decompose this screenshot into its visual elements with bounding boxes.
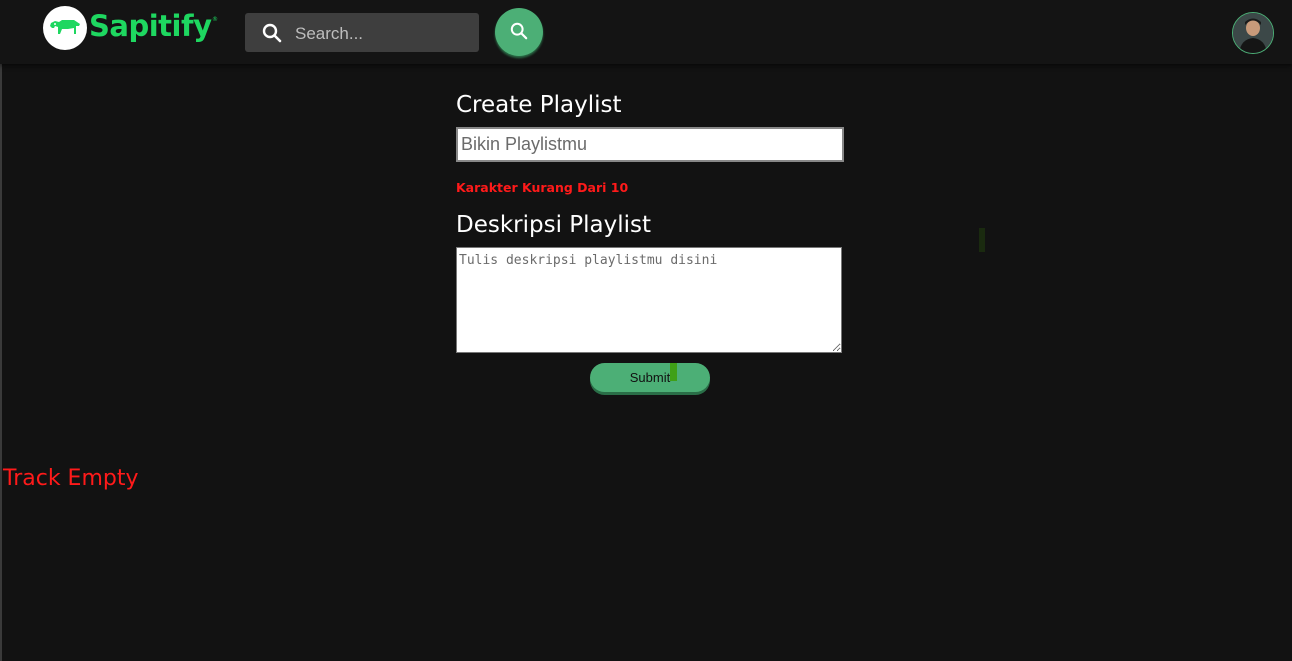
search-input[interactable]: [293, 13, 477, 54]
submit-button[interactable]: Submit: [590, 363, 710, 392]
cow-logo-icon: [50, 20, 80, 34]
playlist-description-label: Deskripsi Playlist: [456, 212, 652, 238]
user-avatar[interactable]: [1232, 12, 1274, 54]
search-bar: [245, 13, 479, 54]
search-icon: [510, 22, 528, 40]
logo-badge[interactable]: [43, 6, 87, 50]
submit-overlay-mark: [670, 363, 677, 381]
stray-mark: [979, 228, 985, 252]
brand-trademark: ®: [212, 16, 218, 23]
playlist-title-input[interactable]: [456, 127, 844, 162]
page-left-border: [0, 0, 2, 661]
playlist-title-label: Create Playlist: [456, 92, 622, 118]
user-avatar-image: [1233, 13, 1273, 53]
playlist-description-input[interactable]: [456, 247, 842, 353]
title-error-message: Karakter Kurang Dari 10: [456, 180, 629, 195]
search-icon: [262, 23, 282, 43]
track-empty-message: Track Empty: [3, 466, 139, 491]
top-navbar: Sapitify ®: [0, 0, 1292, 64]
brand-name: Sapitify: [89, 9, 212, 43]
search-button[interactable]: [495, 8, 543, 56]
